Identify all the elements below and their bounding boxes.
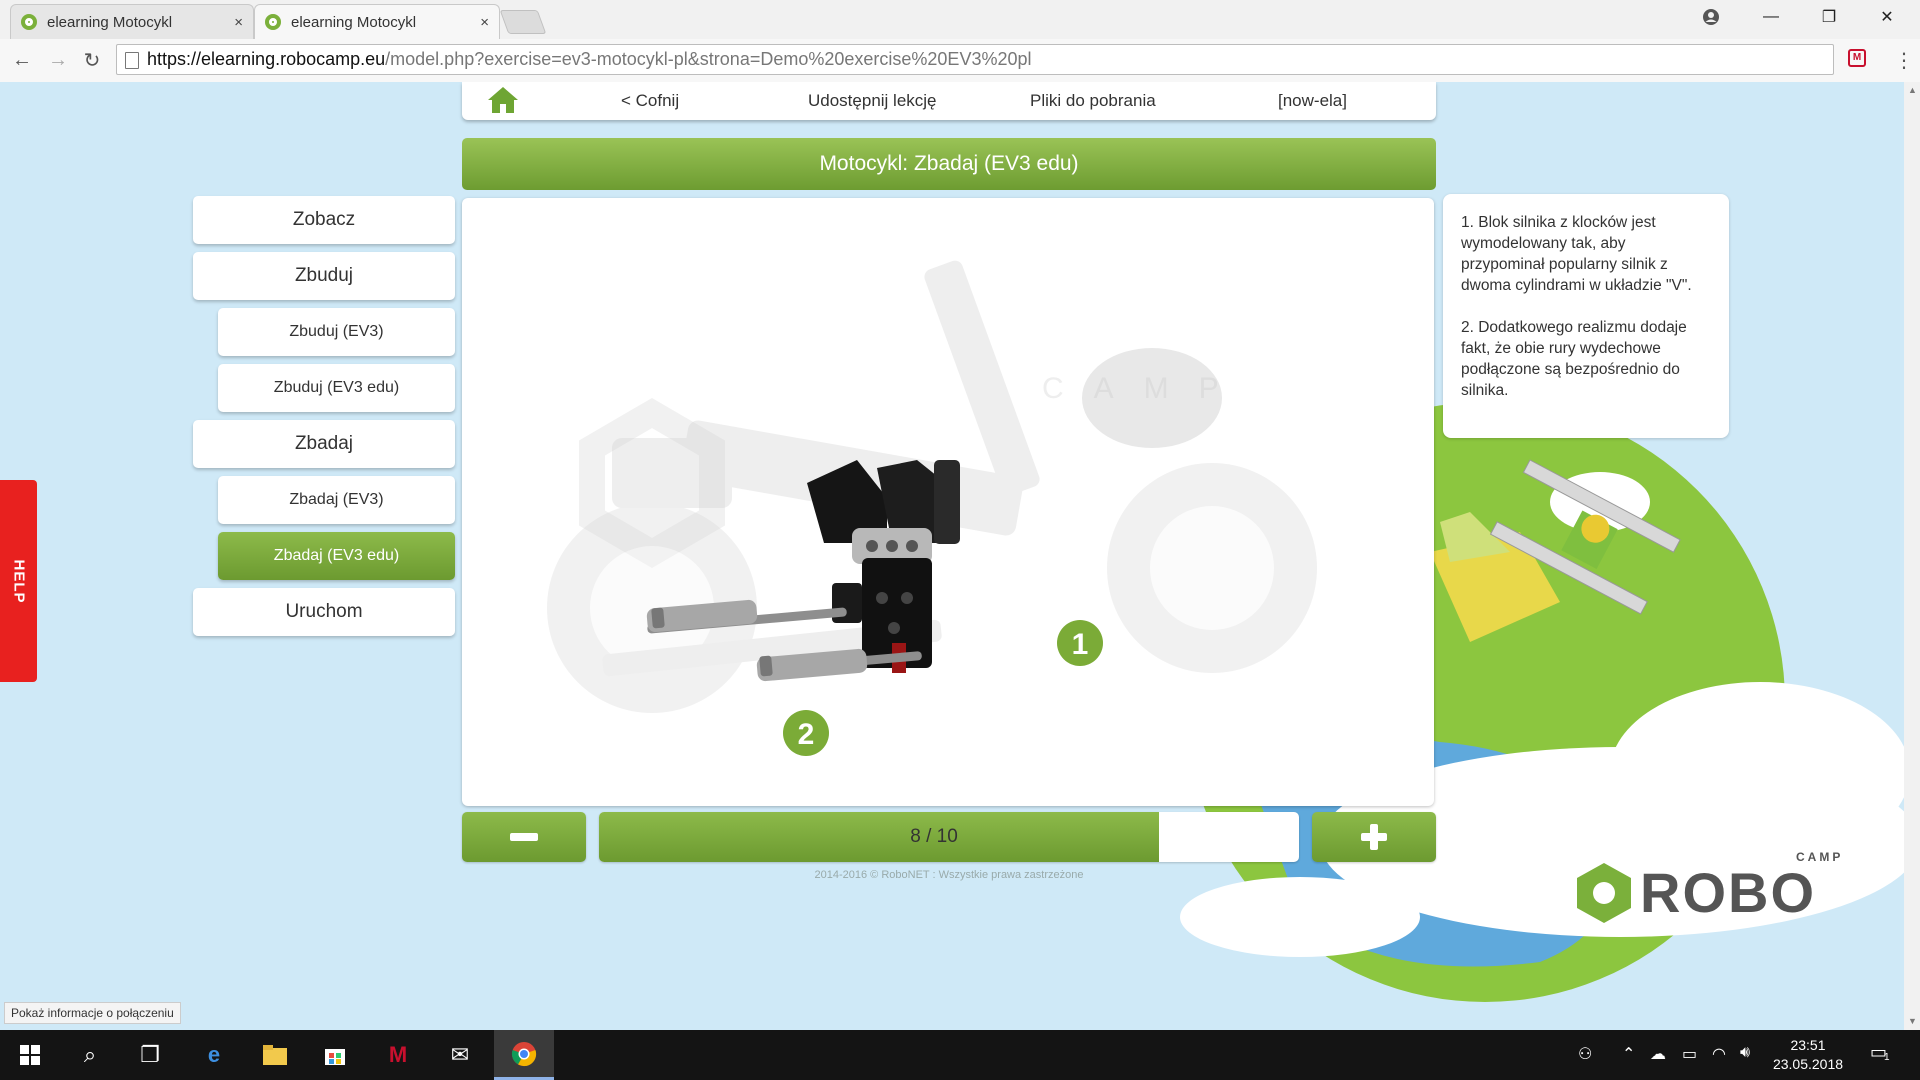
show-hidden-icons-icon[interactable]: ⌃ [1622,1044,1635,1064]
connection-info-tooltip: Pokaż informacje o połączeniu [4,1002,181,1024]
downloads-link[interactable]: Pliki do pobrania [1030,91,1156,111]
windows-start-icon[interactable] [0,1030,60,1080]
browser-toolbar: ← → ↻ https://elearning.robocamp.eu/mode… [0,39,1920,83]
sidebar-item-zobacz[interactable]: Zobacz [193,196,455,244]
robocamp-logo-hexagon-icon [1577,863,1631,923]
sidebar-item-zbadaj-ev3[interactable]: Zbadaj (EV3) [218,476,455,524]
mcafee-icon[interactable]: M [368,1030,428,1080]
previous-step-button[interactable] [462,812,586,862]
browser-tab-2[interactable]: elearning Motocykl × [254,4,500,39]
file-explorer-icon[interactable] [245,1030,305,1080]
onedrive-icon[interactable]: ☁ [1650,1044,1666,1064]
sidebar-item-zbadaj-ev3-edu[interactable]: Zbadaj (EV3 edu) [218,532,455,580]
extension-icon[interactable]: M [1848,49,1866,67]
browser-tab-1[interactable]: elearning Motocykl × [10,4,254,39]
store-icon[interactable] [305,1030,365,1080]
reload-button[interactable]: ↻ [78,46,106,74]
forward-button[interactable]: → [44,46,72,74]
clock-date: 23.05.2018 [1772,1056,1844,1072]
back-link[interactable]: < Cofnij [621,91,679,111]
new-tab-button[interactable] [499,10,547,34]
vertical-scrollbar[interactable]: ▲ ▼ [1904,82,1920,1030]
minimize-button[interactable]: — [1742,0,1800,34]
close-window-button[interactable]: ✕ [1858,0,1916,34]
page-content: < Cofnij Udostępnij lekcję Pliki do pobr… [0,82,1904,1030]
search-icon[interactable]: ⌕ [60,1030,120,1080]
profile-icon[interactable] [1682,0,1740,34]
close-tab-icon[interactable]: × [480,14,489,31]
scroll-down-icon[interactable]: ▼ [1908,1016,1917,1026]
robocamp-favicon-icon [265,14,281,30]
callout-1-label: 1 [1072,628,1089,661]
sidebar-item-uruchom[interactable]: Uruchom [193,588,455,636]
model-viewer[interactable]: CAMP [462,198,1434,806]
plus-icon [1361,824,1387,850]
home-icon[interactable] [486,85,520,115]
user-link[interactable]: [now-ela] [1278,91,1347,111]
wifi-icon[interactable]: ◠ [1712,1044,1726,1064]
cloud-shape-2 [1610,682,1904,862]
clock-time: 23:51 [1790,1037,1826,1053]
taskbar-clock[interactable]: 23:51 23.05.2018 [1758,1036,1858,1074]
page-info-icon[interactable] [125,52,139,69]
tab-title: elearning Motocykl [291,13,417,31]
next-step-button[interactable] [1312,812,1436,862]
help-label: HELP [10,558,28,604]
url-host: https://elearning.robocamp.eu [147,49,386,69]
action-center-icon[interactable]: ▭ 1 [1870,1042,1894,1066]
battery-icon[interactable]: ▭ [1682,1044,1697,1064]
cloud-shape-3 [1180,877,1420,957]
robocamp-favicon-icon [21,14,37,30]
browser-menu-icon[interactable]: ⋮ [1894,48,1914,73]
edge-browser-icon[interactable]: e [184,1030,244,1080]
logo-robo-text: ROBO [1640,861,1816,924]
robocamp-logo: CAMP ROBO [1574,850,1864,940]
notification-count: 1 [1884,1052,1890,1063]
sidebar-item-zbuduj-ev3[interactable]: Zbuduj (EV3) [218,308,455,356]
info-paragraph-1: 1. Blok silnika z klocków jest wymodelow… [1461,214,1692,294]
task-view-icon[interactable]: ❐ [120,1030,180,1080]
chrome-taskbar-icon[interactable] [494,1030,554,1080]
sidebar-item-zbadaj[interactable]: Zbadaj [193,420,455,468]
step-progress-bar: 8 / 10 [599,812,1299,862]
step-counter: 8 / 10 [910,826,958,847]
minus-icon [510,833,538,841]
top-navigation: < Cofnij Udostępnij lekcję Pliki do pobr… [462,82,1436,120]
scroll-up-icon[interactable]: ▲ [1908,85,1917,95]
help-tab[interactable]: HELP [0,480,37,682]
info-panel: 1. Blok silnika z klocków jest wymodelow… [1443,194,1729,438]
address-bar[interactable]: https://elearning.robocamp.eu/model.php?… [116,44,1834,75]
close-tab-icon[interactable]: × [234,14,243,31]
page-title: Motocykl: Zbadaj (EV3 edu) [462,138,1436,190]
info-paragraph-2: 2. Dodatkowego realizmu dodaje fakt, że … [1461,319,1687,399]
tab-strip: elearning Motocykl × elearning Motocykl … [0,0,1920,39]
restore-button[interactable]: ❐ [1800,0,1858,34]
windows-taskbar: ⌕ ❐ e M ✉ ⚇ ⌃ ☁ ▭ ◠ 🔊︎ 23:51 23.05.2018 … [0,1030,1920,1080]
share-lesson-link[interactable]: Udostępnij lekcję [808,91,937,111]
sidebar-item-zbuduj-ev3-edu[interactable]: Zbuduj (EV3 edu) [218,364,455,412]
back-button[interactable]: ← [8,46,36,74]
motorcycle-model-image[interactable]: CAMP [462,198,1434,806]
volume-icon[interactable]: 🔊︎ [1740,1044,1750,1062]
url-path: /model.php?exercise=ev3-motocykl-pl&stro… [385,49,1032,69]
tab-title: elearning Motocykl [47,13,173,31]
people-icon[interactable]: ⚇ [1578,1044,1592,1064]
mail-icon[interactable]: ✉ [430,1030,490,1080]
sidebar-item-zbuduj[interactable]: Zbuduj [193,252,455,300]
callout-2-label: 2 [798,718,815,751]
copyright-text: 2014-2016 © RoboNET : Wszystkie prawa za… [814,869,1084,881]
